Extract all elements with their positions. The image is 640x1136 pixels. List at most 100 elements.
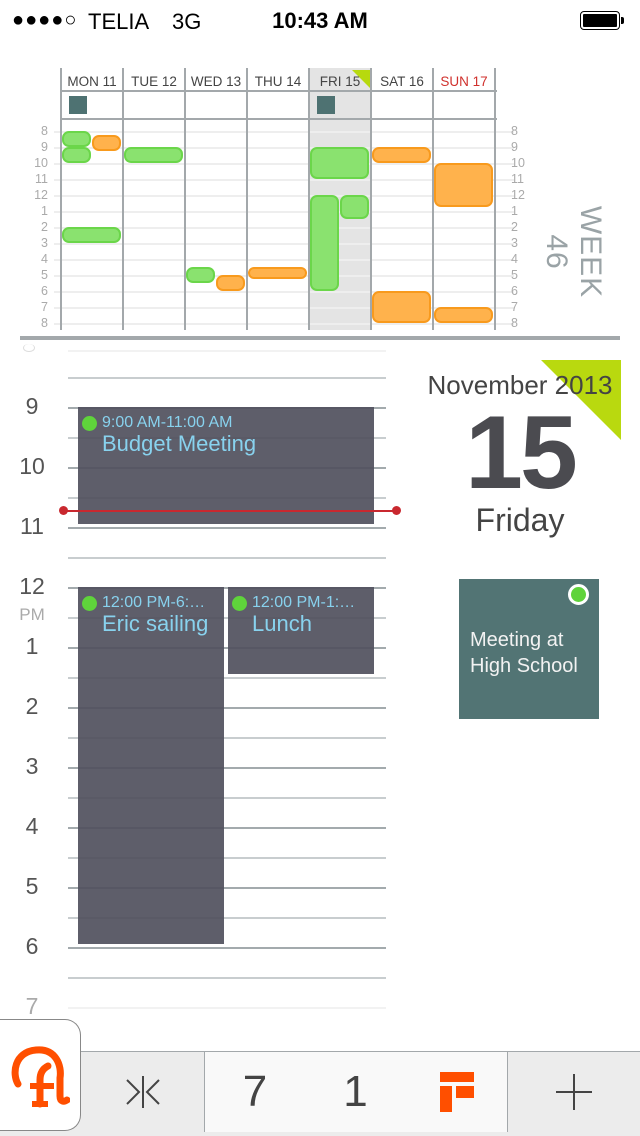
mini-hour-label: 8 [41, 124, 48, 138]
day-header-thu-14[interactable]: THU 14 [247, 74, 309, 89]
current-time-line [64, 510, 396, 512]
hour-line [68, 1007, 386, 1009]
event-title: Eric sailing [102, 611, 209, 636]
week-number-label: WEEK 46 [540, 205, 607, 299]
hour-label: 10 [19, 453, 45, 479]
mini-hour-label: 4 [511, 252, 518, 266]
tab-agenda-view[interactable] [406, 1052, 508, 1132]
half-hour-line [68, 557, 386, 559]
mini-event[interactable] [92, 135, 121, 151]
mini-hour-label: 12 [34, 188, 48, 202]
event-block[interactable]: 12:00 PM-6:… Eric sailing [78, 587, 224, 944]
day-column-divider [122, 68, 124, 330]
mini-hour-label: 11 [511, 172, 524, 186]
event-block[interactable]: 12:00 PM-1:… Lunch [228, 587, 374, 674]
app-menu-button[interactable] [0, 1019, 81, 1131]
mini-event[interactable] [372, 147, 431, 163]
hour-label: 2 [25, 693, 39, 719]
mini-event[interactable] [372, 291, 431, 323]
calendar-color-dot-icon [82, 596, 97, 611]
mini-event[interactable] [340, 195, 369, 219]
day-header-sun-17[interactable]: SUN 17 [433, 74, 495, 89]
hour-label: 9 [25, 393, 39, 419]
agenda-view-icon [439, 1072, 474, 1112]
app-logo-icon [11, 1046, 70, 1108]
tab-day-view[interactable]: 1 [305, 1052, 407, 1132]
mini-hour-label: 1 [511, 204, 518, 218]
mini-hour-label: 7 [511, 300, 518, 314]
tab-week-view[interactable]: 7 [204, 1052, 306, 1132]
day-column-divider [494, 68, 496, 330]
hour-label: 5 [25, 873, 39, 899]
week-overview[interactable]: WEEK 46 8 8 9 9 10 10 11 11 12 12 1 1 2 2 3 3 4 4 5 5 6 6 7 7 8 8… [0, 68, 640, 330]
status-bar: ●●●●○ TELIA 3G 10:43 AM [0, 0, 640, 40]
status-time: 10:43 AM [272, 8, 368, 33]
add-icon [556, 1074, 592, 1110]
day-header-sat-16[interactable]: SAT 16 [371, 74, 433, 89]
mini-hour-label: 7 [41, 300, 48, 314]
mini-hour-label: 5 [41, 268, 48, 282]
all-day-event[interactable] [69, 96, 87, 114]
day-column-divider [60, 68, 62, 330]
hour-label: 12 [19, 573, 45, 599]
hour-line [68, 527, 386, 529]
mini-hour-label: 4 [41, 252, 48, 266]
mini-event[interactable] [248, 267, 307, 279]
compress-icon [126, 1076, 160, 1108]
hour-label: 7 [25, 993, 39, 1019]
mini-event[interactable] [186, 267, 215, 283]
day-number: 15 [465, 395, 578, 511]
mini-event[interactable] [216, 275, 245, 291]
mini-hour-label: 2 [511, 220, 518, 234]
mini-hour-label: 8 [511, 124, 518, 138]
event-time: 12:00 PM-6:… [102, 594, 206, 611]
hour-label: 4 [25, 813, 39, 839]
mini-event[interactable] [124, 147, 183, 163]
hour-line [68, 947, 386, 949]
day-header-mon-11[interactable]: MON 11 [61, 74, 123, 89]
hour-label: 6 [25, 933, 39, 959]
mini-hour-label: 9 [511, 140, 518, 154]
hour-label: 3 [25, 753, 39, 779]
event-title: Lunch [252, 611, 312, 636]
task-card[interactable]: Meeting at High School [459, 579, 599, 719]
day-header-wed-13[interactable]: WED 13 [185, 74, 247, 89]
weekday-label: Friday [475, 502, 565, 538]
hour-label: 11 [20, 513, 44, 539]
calendar-color-dot-icon [232, 596, 247, 611]
day-column-divider [184, 68, 186, 330]
day-header-tue-12[interactable]: TUE 12 [123, 74, 185, 89]
event-time: 12:00 PM-1:… [252, 594, 356, 611]
mini-event[interactable] [62, 227, 121, 243]
day-header-fri-15[interactable]: FRI 15 [309, 74, 371, 89]
mini-event[interactable] [310, 195, 339, 291]
day-view-label: 1 [343, 1067, 368, 1116]
half-hour-line [68, 977, 386, 979]
mini-hour-label: 9 [41, 140, 48, 154]
all-day-event[interactable] [317, 96, 335, 114]
mini-event[interactable] [62, 147, 91, 163]
mini-event[interactable] [62, 131, 91, 147]
event-title: Budget Meeting [102, 431, 257, 456]
day-column-divider [370, 68, 372, 330]
task-title: Meeting at High School [470, 629, 578, 677]
calendar-color-dot-icon [82, 416, 97, 431]
current-time-dot-icon [59, 506, 68, 516]
week-view-label: 7 [242, 1067, 268, 1116]
event-block[interactable]: 9:00 AM-11:00 AM Budget Meeting [78, 407, 374, 524]
mini-hour-label: 3 [511, 236, 518, 250]
hour-label: 1 [25, 633, 39, 659]
mini-hour-label: 3 [41, 236, 48, 250]
half-hour-line [68, 377, 386, 379]
task-status-icon[interactable] [568, 584, 589, 605]
add-event-button[interactable] [508, 1052, 640, 1132]
mini-hour-label: 10 [34, 156, 48, 170]
mini-hour-label: 8 [511, 316, 518, 330]
pm-label: PM [19, 605, 45, 624]
mini-event[interactable] [310, 147, 369, 179]
tab-compress[interactable] [82, 1052, 204, 1132]
day-column-divider [246, 68, 248, 330]
mini-event[interactable] [434, 163, 493, 207]
mini-hour-label: 8 [41, 316, 48, 330]
mini-event[interactable] [434, 307, 493, 323]
